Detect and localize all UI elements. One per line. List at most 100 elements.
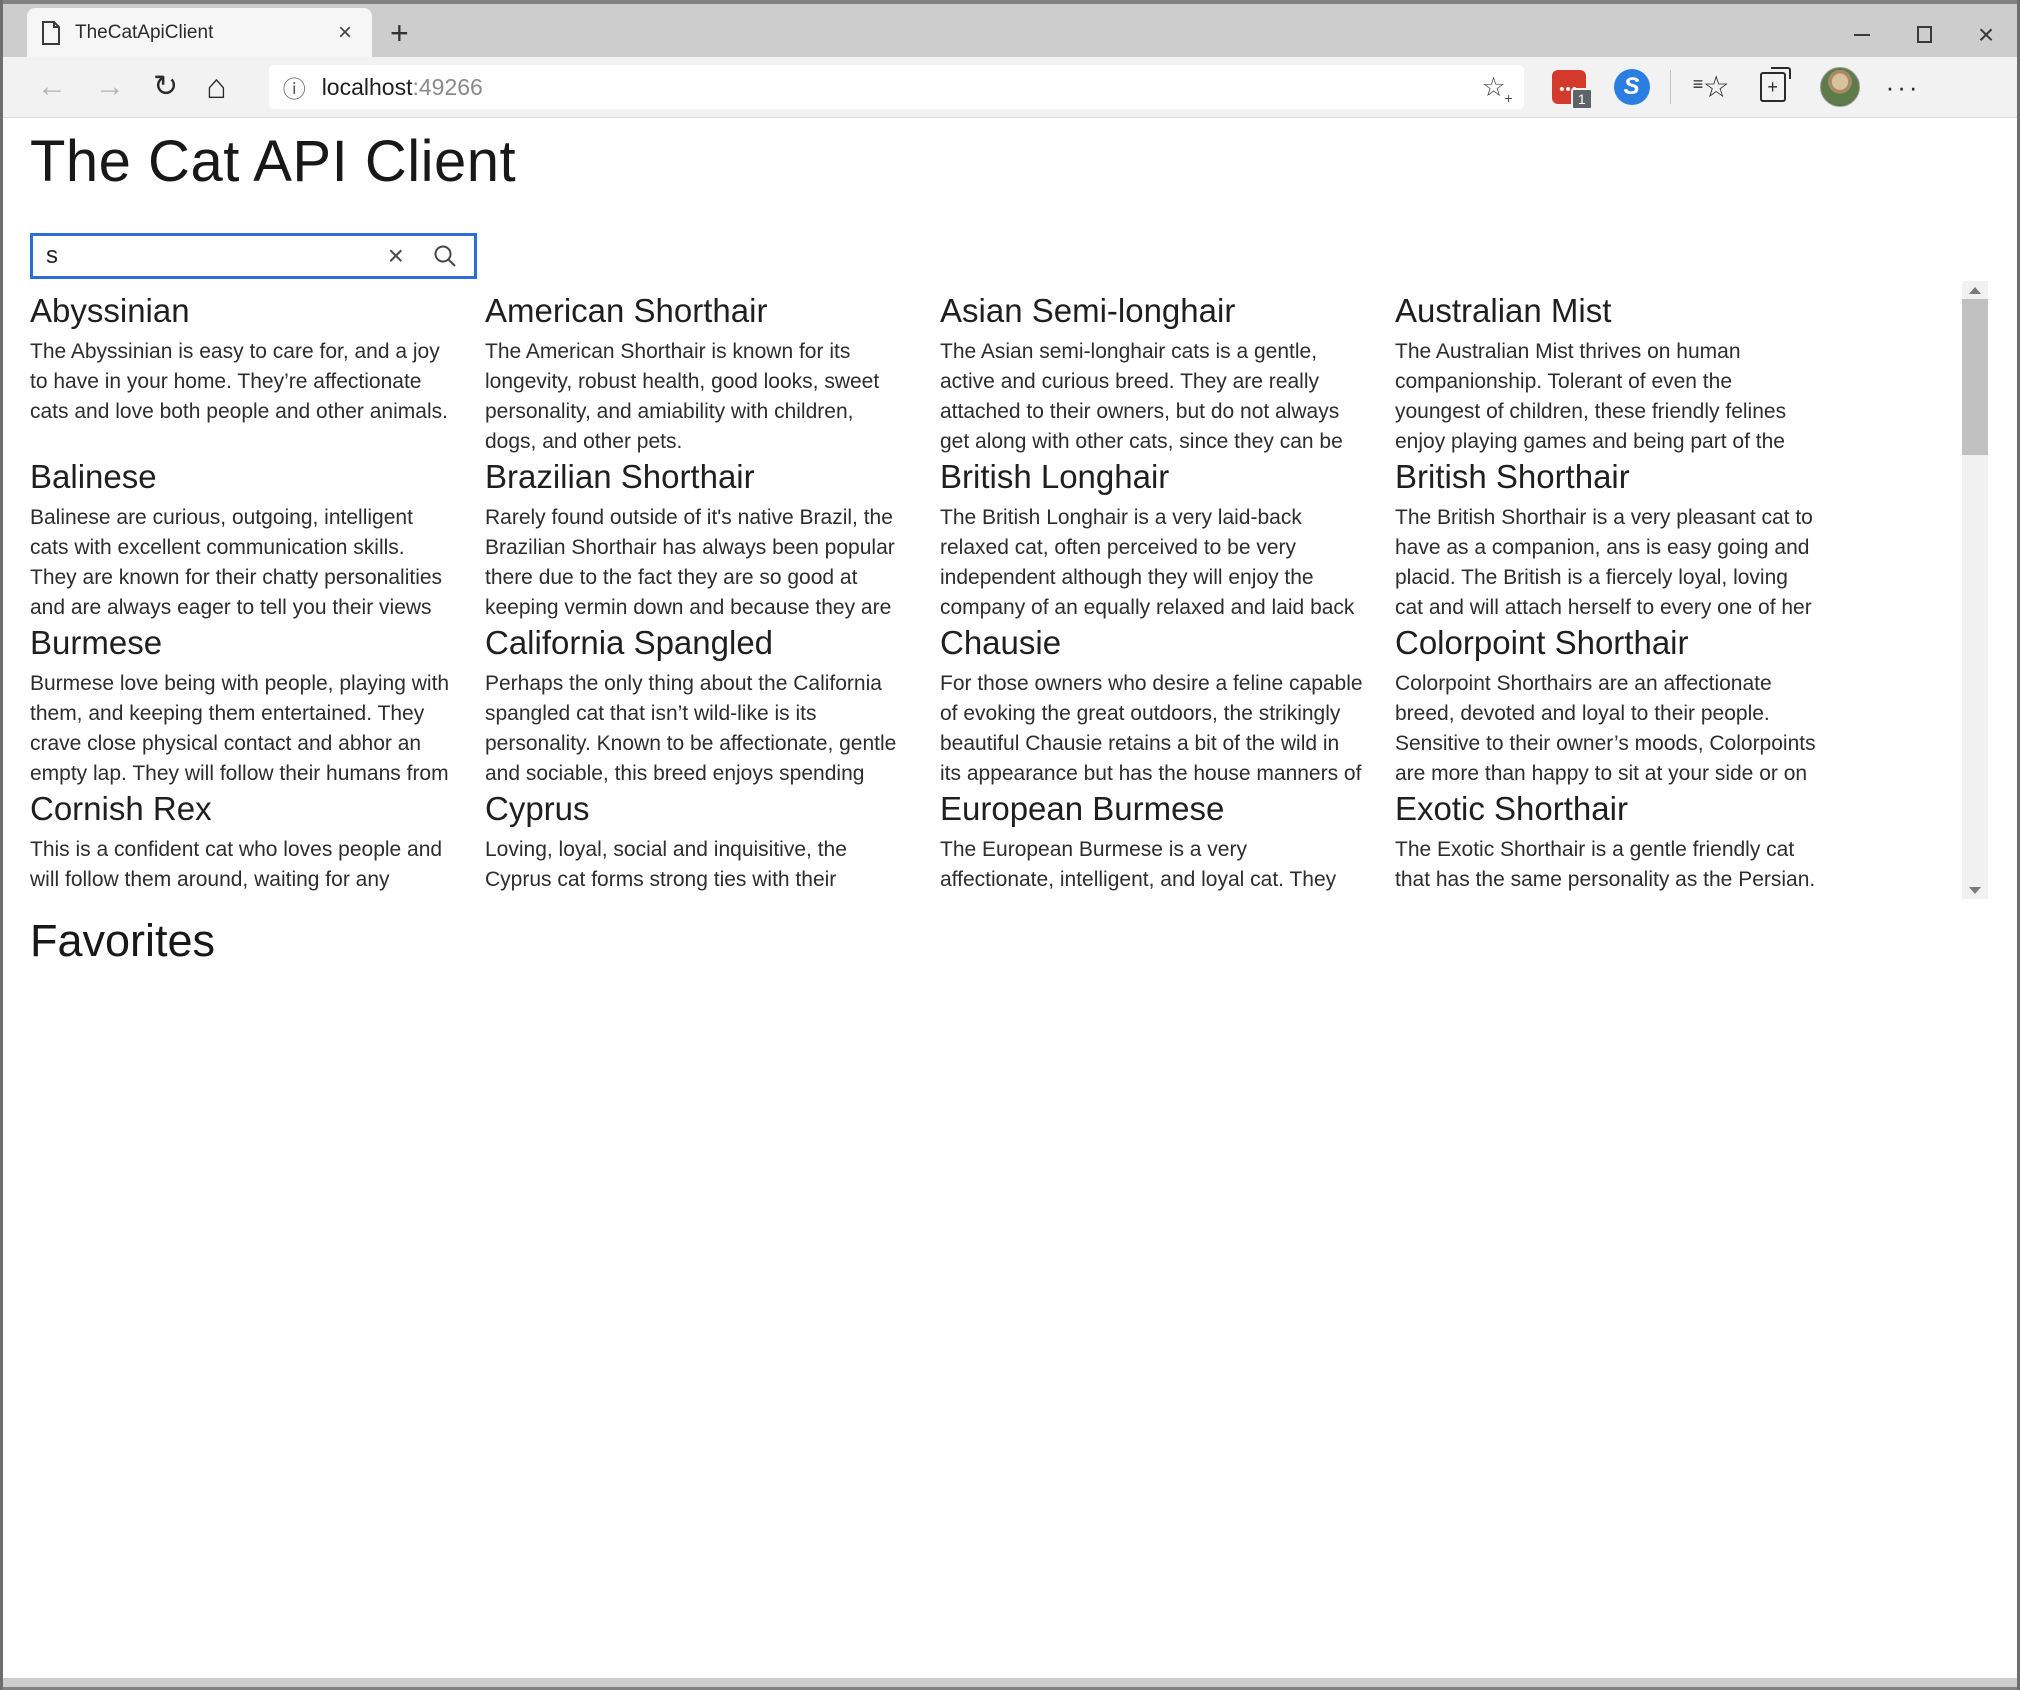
url-host: localhost xyxy=(322,74,413,101)
search-input[interactable] xyxy=(33,242,370,270)
close-button[interactable]: × xyxy=(1955,8,2017,61)
page-content: The Cat API Client × Abyssinian The Abys… xyxy=(3,118,2017,967)
browser-toolbar: ← → ↻ ⌂ ⓘ localhost:49266 ☆+ ••• 1 S ≡☆ … xyxy=(3,57,2017,118)
search-clear-icon[interactable]: × xyxy=(370,242,422,270)
scrollbar-down-button[interactable] xyxy=(1962,881,1988,899)
window-controls: × xyxy=(1831,8,2017,61)
close-icon: × xyxy=(1978,21,1994,49)
breed-name: British Shorthair xyxy=(1395,458,1818,496)
star-icon: ☆ xyxy=(1481,72,1505,102)
breed-description: The Australian Mist thrives on human com… xyxy=(1395,337,1818,458)
page-favicon-icon xyxy=(41,21,61,45)
breed-description: Loving, loyal, social and inquisitive, t… xyxy=(485,835,908,899)
maximize-icon xyxy=(1917,26,1932,43)
toolbar-right: ••• 1 S ≡☆ + ··· xyxy=(1552,67,1921,107)
breed-grid: Abyssinian The Abyssinian is easy to car… xyxy=(30,292,2017,899)
breed-card[interactable]: Australian Mist The Australian Mist thri… xyxy=(1395,292,1818,458)
collections-icon[interactable]: + xyxy=(1760,72,1786,102)
home-icon[interactable]: ⌂ xyxy=(206,70,227,104)
breed-card[interactable]: European Burmese The European Burmese is… xyxy=(940,790,1363,899)
breed-card[interactable]: Chausie For those owners who desire a fe… xyxy=(940,624,1363,790)
breed-description: The Asian semi-longhair cats is a gentle… xyxy=(940,337,1363,458)
scrollbar-up-button[interactable] xyxy=(1962,281,1988,299)
triangle-down-icon xyxy=(1969,887,1981,894)
breed-card[interactable]: Exotic Shorthair The Exotic Shorthair is… xyxy=(1395,790,1818,899)
tab-title: TheCatApiClient xyxy=(75,22,332,44)
breed-card[interactable]: Abyssinian The Abyssinian is easy to car… xyxy=(30,292,453,458)
breed-name: Chausie xyxy=(940,624,1363,662)
page-title: The Cat API Client xyxy=(30,128,2017,195)
refresh-icon[interactable]: ↻ xyxy=(153,72,178,102)
minimize-icon xyxy=(1854,34,1870,36)
add-favorite-icon[interactable]: ☆+ xyxy=(1481,72,1505,103)
breed-card[interactable]: American Shorthair The American Shorthai… xyxy=(485,292,908,458)
breed-list: Abyssinian The Abyssinian is easy to car… xyxy=(30,279,2017,899)
plus-icon: + xyxy=(1505,90,1513,106)
breed-card[interactable]: Cyprus Loving, loyal, social and inquisi… xyxy=(485,790,908,899)
breed-name: California Spangled xyxy=(485,624,908,662)
breed-card[interactable]: Brazilian Shorthair Rarely found outside… xyxy=(485,458,908,624)
breed-name: Burmese xyxy=(30,624,453,662)
forward-icon[interactable]: → xyxy=(95,72,125,102)
extension-blue-icon[interactable]: S xyxy=(1614,69,1650,105)
scrollbar-thumb[interactable] xyxy=(1962,299,1988,455)
breed-description: Colorpoint Shorthairs are an affectionat… xyxy=(1395,669,1818,790)
breed-name: European Burmese xyxy=(940,790,1363,828)
breed-name: Asian Semi-longhair xyxy=(940,292,1363,330)
breed-description: Burmese love being with people, playing … xyxy=(30,669,453,790)
new-tab-button[interactable]: + xyxy=(390,17,409,49)
breed-list-scrollbar[interactable] xyxy=(1962,281,1988,899)
breed-name: Balinese xyxy=(30,458,453,496)
magnifier-icon xyxy=(432,243,458,269)
back-icon[interactable]: ← xyxy=(37,72,67,102)
favorites-heading: Favorites xyxy=(30,915,2017,967)
breed-description: Perhaps the only thing about the Califor… xyxy=(485,669,908,790)
breed-card[interactable]: Burmese Burmese love being with people, … xyxy=(30,624,453,790)
favorites-hub-lines: ≡ xyxy=(1693,74,1704,95)
breed-name: Colorpoint Shorthair xyxy=(1395,624,1818,662)
breed-description: Rarely found outside of it's native Braz… xyxy=(485,503,908,624)
toolbar-separator xyxy=(1670,70,1671,104)
breed-description: The British Longhair is a very laid-back… xyxy=(940,503,1363,624)
url-port: :49266 xyxy=(412,74,482,101)
breed-name: American Shorthair xyxy=(485,292,908,330)
site-info-icon[interactable]: ⓘ xyxy=(283,70,306,104)
tab-close-icon[interactable]: × xyxy=(332,21,358,45)
extension-blue-glyph: S xyxy=(1624,73,1640,101)
search-submit-icon[interactable] xyxy=(422,243,474,269)
window-bottom-edge xyxy=(3,1678,2017,1690)
breed-card[interactable]: Colorpoint Shorthair Colorpoint Shorthai… xyxy=(1395,624,1818,790)
browser-tab[interactable]: TheCatApiClient × xyxy=(27,8,372,57)
address-bar[interactable]: ⓘ localhost:49266 ☆+ xyxy=(269,65,1524,109)
titlebar: TheCatApiClient × + × xyxy=(3,0,2017,57)
triangle-up-icon xyxy=(1969,287,1981,294)
breed-card[interactable]: British Longhair The British Longhair is… xyxy=(940,458,1363,624)
maximize-button[interactable] xyxy=(1893,8,1955,61)
breed-description: The Exotic Shorthair is a gentle friendl… xyxy=(1395,835,1818,899)
breed-description: This is a confident cat who loves people… xyxy=(30,835,453,899)
breed-description: Balinese are curious, outgoing, intellig… xyxy=(30,503,453,624)
breed-card[interactable]: Cornish Rex This is a confident cat who … xyxy=(30,790,453,899)
favorites-hub-icon[interactable]: ≡☆ xyxy=(1703,70,1730,105)
settings-more-icon[interactable]: ··· xyxy=(1886,72,1921,103)
extension-red-icon[interactable]: ••• 1 xyxy=(1552,70,1586,104)
extension-badge: 1 xyxy=(1571,88,1593,110)
profile-avatar[interactable] xyxy=(1820,67,1860,107)
breed-name: Exotic Shorthair xyxy=(1395,790,1818,828)
search-box: × xyxy=(30,233,477,279)
breed-name: Australian Mist xyxy=(1395,292,1818,330)
breed-card[interactable]: California Spangled Perhaps the only thi… xyxy=(485,624,908,790)
minimize-button[interactable] xyxy=(1831,8,1893,61)
breed-description: The British Shorthair is a very pleasant… xyxy=(1395,503,1818,624)
breed-name: Cyprus xyxy=(485,790,908,828)
breed-name: Cornish Rex xyxy=(30,790,453,828)
breed-card[interactable]: Balinese Balinese are curious, outgoing,… xyxy=(30,458,453,624)
breed-description: The European Burmese is a very affection… xyxy=(940,835,1363,899)
favorites-star-icon: ☆ xyxy=(1703,71,1730,104)
browser-window: TheCatApiClient × + × ← → ↻ ⌂ ⓘ localhos… xyxy=(0,0,2020,1690)
collections-plus: + xyxy=(1767,78,1778,96)
breed-card[interactable]: Asian Semi-longhair The Asian semi-longh… xyxy=(940,292,1363,458)
breed-card[interactable]: British Shorthair The British Shorthair … xyxy=(1395,458,1818,624)
breed-name: Brazilian Shorthair xyxy=(485,458,908,496)
breed-description: For those owners who desire a feline cap… xyxy=(940,669,1363,790)
